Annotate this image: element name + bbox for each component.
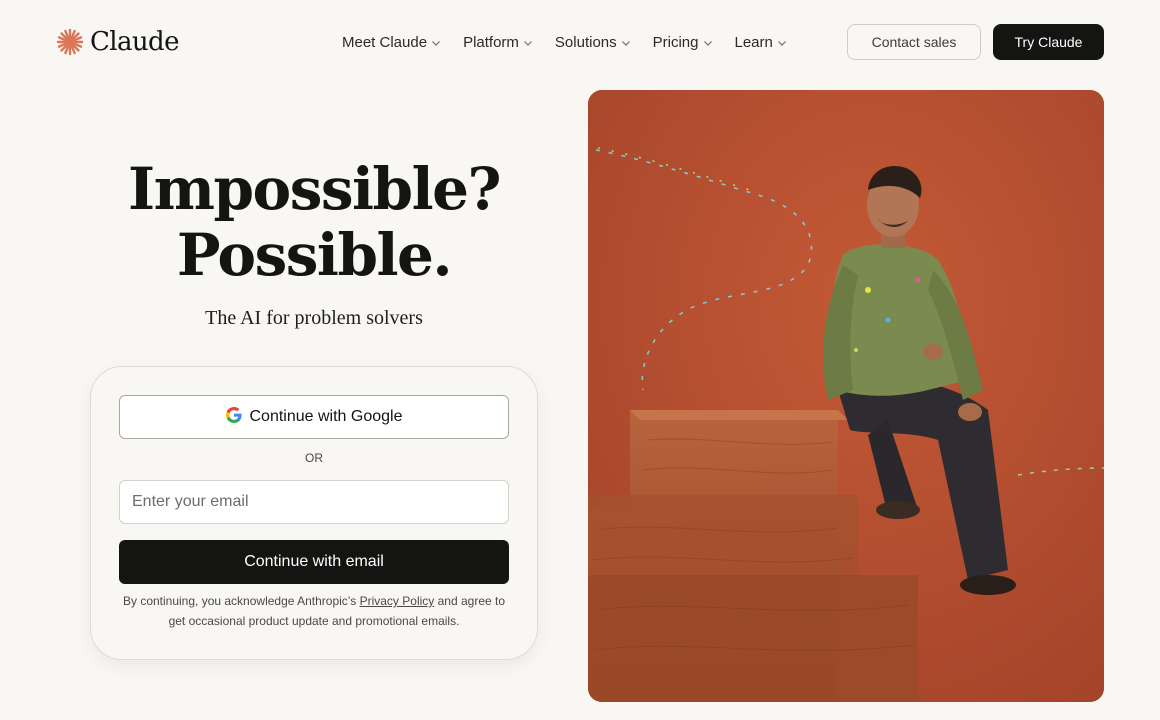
chevron-down-icon: [703, 40, 712, 46]
nav-item-platform[interactable]: Platform: [463, 34, 533, 51]
nav-item-label: Solutions: [554, 33, 617, 51]
hero-title-line1: Impossible?: [127, 155, 502, 223]
signup-card: Continue with Google OR Continue with em…: [90, 366, 538, 660]
nav-item-label: Learn: [734, 33, 773, 51]
hero-title: Impossible? Possible.: [90, 156, 538, 288]
nav-item-label: Pricing: [652, 33, 699, 51]
chevron-down-icon: [621, 40, 630, 46]
chevron-down-icon: [777, 40, 786, 46]
nav-item-pricing[interactable]: Pricing: [653, 34, 713, 51]
google-button-label: Continue with Google: [249, 408, 403, 425]
hero-image: [588, 90, 1104, 702]
chevron-down-icon: [523, 40, 532, 46]
site-header: Claude Meet Claude Platform Solutions Pr…: [0, 0, 1160, 84]
nav-item-solutions[interactable]: Solutions: [555, 34, 631, 51]
nav-item-learn[interactable]: Learn: [735, 34, 787, 51]
google-icon: [225, 406, 242, 428]
logo-wordmark: Claude: [90, 27, 179, 57]
hero-title-line2: Possible.: [176, 221, 453, 289]
contact-sales-button[interactable]: Contact sales: [847, 24, 981, 60]
or-divider: OR: [305, 451, 323, 465]
email-field[interactable]: [119, 480, 509, 524]
continue-with-google-button[interactable]: Continue with Google: [119, 395, 509, 439]
claude-spark-icon: [56, 28, 84, 56]
continue-with-email-button[interactable]: Continue with email: [119, 540, 509, 584]
legal-prefix: By continuing, you acknowledge Anthropic…: [122, 594, 357, 608]
nav-item-meet-claude[interactable]: Meet Claude: [342, 34, 441, 51]
privacy-policy-link[interactable]: Privacy Policy: [360, 594, 435, 608]
hero-subtitle: The AI for problem solvers: [205, 307, 423, 329]
legal-text: By continuing, you acknowledge Anthropic…: [119, 591, 509, 631]
claude-logo[interactable]: Claude: [56, 26, 179, 58]
nav-item-label: Meet Claude: [342, 33, 428, 51]
nav-item-label: Platform: [463, 33, 519, 51]
try-claude-button[interactable]: Try Claude: [993, 24, 1104, 60]
chevron-down-icon: [432, 40, 440, 46]
main-nav: Meet Claude Platform Solutions Pricing L…: [342, 30, 787, 54]
